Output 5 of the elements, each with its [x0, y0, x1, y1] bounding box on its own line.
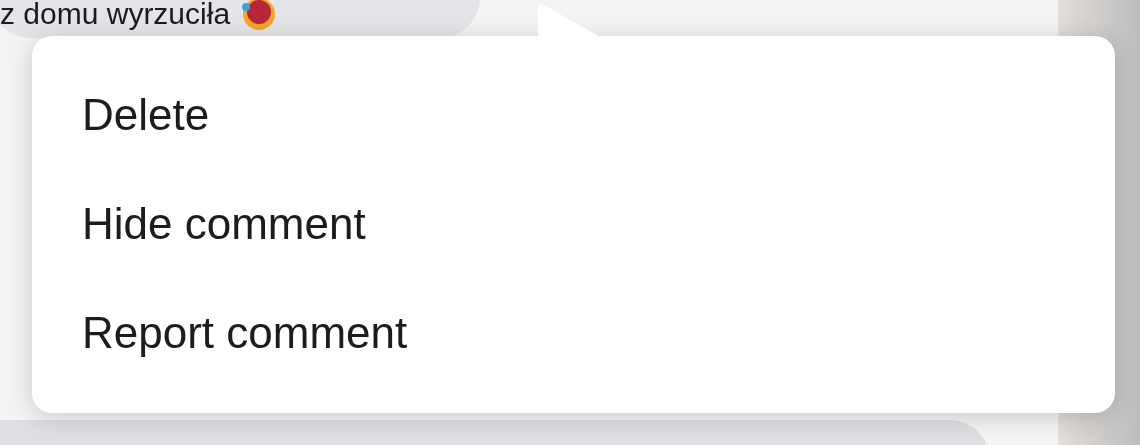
- comment-text: z domu wyrzuciła: [0, 0, 231, 29]
- emoji-icon: [242, 0, 277, 31]
- menu-item[interactable]: Hide comment: [32, 169, 1115, 278]
- menu-item[interactable]: Report comment: [32, 278, 1115, 387]
- menu-item[interactable]: Delete: [32, 60, 1115, 169]
